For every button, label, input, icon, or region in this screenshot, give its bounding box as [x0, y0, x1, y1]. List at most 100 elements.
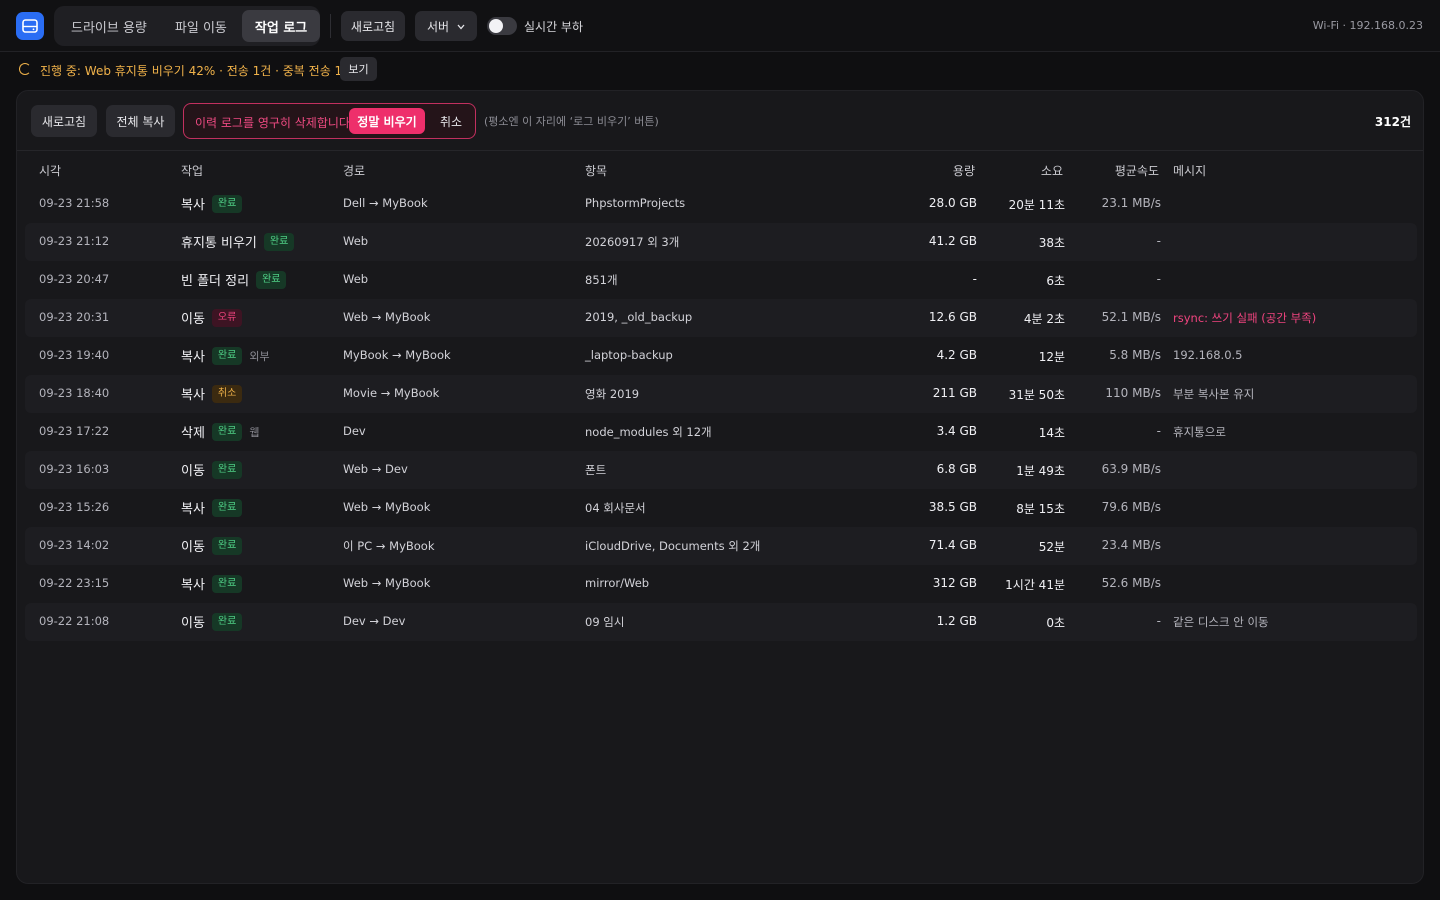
row-path: Web	[343, 234, 369, 248]
row-size: 38.5 GB	[928, 500, 977, 514]
table-row[interactable]: 09-23 21:12 휴지통 비우기 완료 Web 20260917 외 3개 41.2…	[25, 223, 1417, 261]
row-op: 복사 완료	[181, 194, 243, 213]
live-load-toggle[interactable]	[487, 17, 517, 35]
view-button[interactable]: 보기	[340, 57, 377, 81]
row-path: Web → MyBook	[343, 576, 431, 590]
status-badge: 완료	[211, 346, 243, 365]
top-bar: 드라이브 용량 파일 이동 작업 로그 새로고침 서버 실시간 부하 Wi-Fi…	[0, 0, 1440, 52]
row-message: 같은 디스크 안 이동	[1173, 615, 1269, 629]
hint-text: (평소엔 이 자리에 ‘로그 비우기’ 버튼)	[484, 115, 659, 128]
row-message: 부분 복사본 유지	[1173, 387, 1255, 401]
col-time[interactable]: 시각	[39, 162, 61, 179]
confirm-cancel-button[interactable]: 취소	[440, 113, 462, 130]
row-path: Web → Dev	[343, 462, 408, 476]
toggle-knob	[489, 19, 503, 33]
server-select-label: 서버	[426, 19, 450, 34]
row-path: 이 PC → MyBook	[343, 539, 435, 553]
table-row[interactable]: 09-22 23:15 복사 완료 Web → MyBook mirror/Web 312…	[25, 565, 1417, 603]
status-badge: 완료	[211, 422, 243, 441]
row-item: 20260917 외 3개	[585, 235, 680, 249]
confirm-clear-button[interactable]: 정말 비우기	[349, 108, 425, 134]
row-path: Dev → Dev	[343, 614, 406, 628]
table-row[interactable]: 09-23 20:47 빈 폴더 정리 완료 Web 851개 - 6초 -	[25, 261, 1417, 299]
progress-text: 진행 중: Web 휴지통 비우기 42% · 전송 1건 · 중복 전송 1건	[40, 64, 354, 78]
row-duration: 1분 49초	[1016, 464, 1065, 478]
table-row[interactable]: 09-23 15:26 복사 완료 Web → MyBook 04 회사문서 38.5 G…	[25, 489, 1417, 527]
table-row[interactable]: 09-23 20:31 이동 오류 Web → MyBook 2019, _old_ba…	[25, 299, 1417, 337]
row-op-name: 이동	[181, 540, 205, 555]
row-time: 09-23 19:40	[39, 348, 110, 362]
row-duration: 14초	[1038, 426, 1065, 440]
row-time: 09-23 21:12	[39, 234, 110, 248]
main-tabs: 드라이브 용량 파일 이동 작업 로그	[54, 6, 321, 46]
status-badge: 완료	[263, 232, 295, 251]
status-badge: 완료	[211, 498, 243, 517]
col-message[interactable]: 메시지	[1173, 162, 1206, 179]
row-duration: 0초	[1046, 616, 1065, 630]
col-op[interactable]: 작업	[181, 162, 203, 179]
row-op-name: 빈 폴더 정리	[181, 274, 250, 289]
row-speed: 63.9 MB/s	[1101, 462, 1161, 476]
col-duration[interactable]: 소요	[1041, 162, 1063, 179]
table-row[interactable]: 09-23 21:58 복사 완료 Dell → MyBook PhpstormProj…	[25, 185, 1417, 223]
row-size: 1.2 GB	[936, 614, 977, 628]
row-op-extra: 외부	[249, 349, 270, 363]
tab-file-move[interactable]: 파일 이동	[162, 10, 240, 42]
row-time: 09-23 20:47	[39, 272, 110, 286]
log-count: 312건	[1374, 115, 1411, 129]
divider	[330, 14, 331, 38]
row-item: 04 회사문서	[585, 501, 646, 515]
row-op-name: 이동	[181, 616, 205, 631]
row-speed: -	[1156, 424, 1161, 438]
table-row[interactable]: 09-23 19:40 복사 완료 외부 MyBook → MyBook _laptop-…	[25, 337, 1417, 375]
network-status: Wi-Fi · 192.168.0.23	[1312, 19, 1423, 32]
col-path[interactable]: 경로	[343, 162, 365, 179]
refresh-button[interactable]: 새로고침	[341, 11, 405, 41]
status-badge: 완료	[211, 194, 243, 213]
row-item: 2019, _old_backup	[585, 310, 693, 324]
table-row[interactable]: 09-23 17:22 삭제 완료 웹 Dev node_modules 외 12개 3.4…	[25, 413, 1417, 451]
row-item: iCloudDrive, Documents 외 2개	[585, 539, 761, 553]
row-op-name: 복사	[181, 578, 205, 593]
row-speed: -	[1156, 234, 1161, 248]
row-message: rsync: 쓰기 실패 (공간 부족)	[1173, 311, 1317, 325]
row-op: 복사 완료	[181, 574, 243, 593]
row-speed: 79.6 MB/s	[1101, 500, 1161, 514]
row-time: 09-23 16:03	[39, 462, 110, 476]
table-row[interactable]: 09-23 14:02 이동 완료 이 PC → MyBook iCloudDrive,…	[25, 527, 1417, 565]
status-badge: 오류	[211, 308, 243, 327]
tab-drive-capacity[interactable]: 드라이브 용량	[58, 10, 160, 42]
col-speed[interactable]: 평균속도	[1115, 162, 1159, 179]
table-row[interactable]: 09-23 16:03 이동 완료 Web → Dev 폰트 6.8 GB 1분 49초 63…	[25, 451, 1417, 489]
chevron-down-icon	[457, 19, 465, 33]
status-badge: 완료	[211, 460, 243, 479]
row-size: 4.2 GB	[936, 348, 977, 362]
col-item[interactable]: 항목	[585, 162, 607, 179]
tab-job-log[interactable]: 작업 로그	[241, 10, 321, 42]
row-op-name: 이동	[181, 464, 205, 479]
row-size: 211 GB	[932, 386, 977, 400]
row-path: Movie → MyBook	[343, 386, 440, 400]
table-row[interactable]: 09-22 21:08 이동 완료 Dev → Dev 09 임시 1.2 GB 0초 - 같은…	[25, 603, 1417, 641]
col-size[interactable]: 용량	[953, 162, 975, 179]
row-op: 이동 완료	[181, 460, 243, 479]
confirm-message: 이력 로그를 영구히 삭제합니다	[195, 116, 350, 130]
row-time: 09-23 14:02	[39, 538, 110, 552]
row-size: 12.6 GB	[928, 310, 977, 324]
log-refresh-button[interactable]: 새로고침	[31, 105, 97, 137]
row-op: 빈 폴더 정리 완료	[181, 270, 287, 289]
row-op-name: 휴지통 비우기	[181, 236, 257, 251]
row-speed: 110 MB/s	[1105, 386, 1161, 400]
table-row[interactable]: 09-23 18:40 복사 취소 Movie → MyBook 영화 2019 211 …	[25, 375, 1417, 413]
row-duration: 12분	[1038, 350, 1065, 364]
drive-icon[interactable]	[16, 12, 44, 40]
server-select[interactable]: 서버	[415, 11, 477, 41]
row-speed: 5.8 MB/s	[1109, 348, 1161, 362]
copy-all-button[interactable]: 전체 복사	[106, 105, 175, 137]
row-size: 6.8 GB	[936, 462, 977, 476]
row-speed: 23.1 MB/s	[1101, 196, 1161, 210]
row-path: Web → MyBook	[343, 310, 431, 324]
row-op: 복사 완료	[181, 498, 243, 517]
row-op-name: 이동	[181, 312, 205, 327]
row-path: Web → MyBook	[343, 500, 431, 514]
